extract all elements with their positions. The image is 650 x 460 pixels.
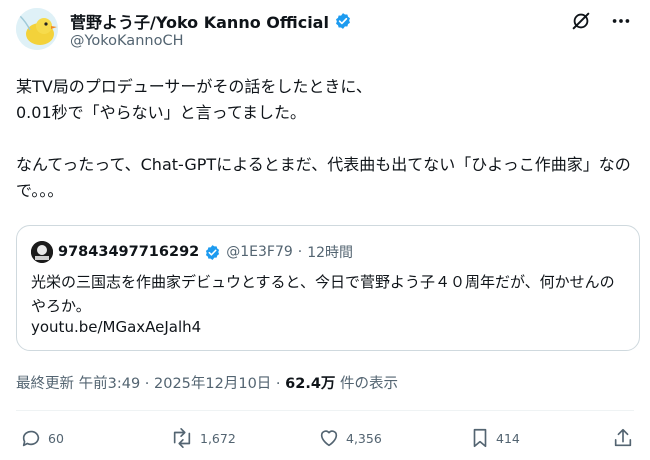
quoted-time[interactable]: 12時間 bbox=[307, 242, 353, 262]
dark-avatar-icon bbox=[31, 241, 53, 263]
quoted-header: 97843497716292 @1E3F79 · 12時間 bbox=[31, 241, 353, 263]
post-text: 某TV局のプロデューサーがその話をしたときに、 0.01秒で「やらない」と言って… bbox=[16, 77, 631, 200]
view-count: 62.4万 bbox=[285, 376, 336, 392]
action-bar: 60 1,672 4,356 414 bbox=[20, 427, 635, 451]
repost-icon bbox=[173, 428, 191, 448]
post-card: 菅野よう子/Yoko Kanno Official @YokoKannoCH 某… bbox=[0, 0, 650, 460]
view-count-label: 件の表示 bbox=[335, 376, 399, 392]
post-timestamp[interactable]: 最終更新 午前3:49 · 2025年12月10日 · bbox=[16, 376, 285, 392]
more-icon[interactable] bbox=[610, 10, 632, 32]
post-meta: 最終更新 午前3:49 · 2025年12月10日 · 62.4万 件の表示 bbox=[16, 372, 398, 393]
reply-icon bbox=[22, 430, 40, 447]
grok-icon[interactable] bbox=[570, 10, 592, 32]
repost-button[interactable]: 1,672 bbox=[170, 427, 236, 449]
verified-badge-icon bbox=[335, 13, 350, 29]
quoted-handle[interactable]: @1E3F79 bbox=[226, 244, 293, 260]
author-name-row: 菅野よう子/Yoko Kanno Official bbox=[70, 9, 352, 33]
heart-icon bbox=[320, 430, 338, 447]
quoted-display-name[interactable]: 97843497716292 bbox=[58, 244, 199, 260]
like-count: 4,356 bbox=[346, 430, 382, 446]
bookmark-count: 414 bbox=[496, 430, 520, 446]
quoted-text: 光栄の三国志を作曲家デビュウとすると、今日で菅野よう子４０周年だが、何かせんのや… bbox=[31, 273, 615, 315]
like-button[interactable]: 4,356 bbox=[318, 427, 382, 449]
share-button[interactable] bbox=[612, 427, 634, 449]
author-display-name[interactable]: 菅野よう子/Yoko Kanno Official bbox=[70, 9, 329, 33]
quoted-link[interactable]: youtu.be/MGaxAeJalh4 bbox=[31, 318, 201, 336]
header-actions bbox=[570, 10, 632, 32]
divider bbox=[16, 410, 634, 411]
quoted-avatar bbox=[31, 241, 53, 263]
author-handle[interactable]: @YokoKannoCH bbox=[70, 33, 183, 49]
author-avatar[interactable] bbox=[16, 8, 58, 50]
quoted-separator: · bbox=[297, 244, 303, 260]
reply-count: 60 bbox=[48, 430, 64, 446]
bookmark-button[interactable]: 414 bbox=[470, 427, 520, 449]
repost-count: 1,672 bbox=[200, 430, 236, 446]
bookmark-icon bbox=[473, 428, 487, 448]
quoted-post[interactable]: 97843497716292 @1E3F79 · 12時間 光栄の三国志を作曲家… bbox=[16, 225, 640, 351]
yellow-bird-avatar-icon bbox=[16, 8, 58, 50]
reply-button[interactable]: 60 bbox=[20, 427, 64, 449]
verified-badge-icon bbox=[206, 244, 220, 260]
share-icon bbox=[614, 428, 632, 447]
